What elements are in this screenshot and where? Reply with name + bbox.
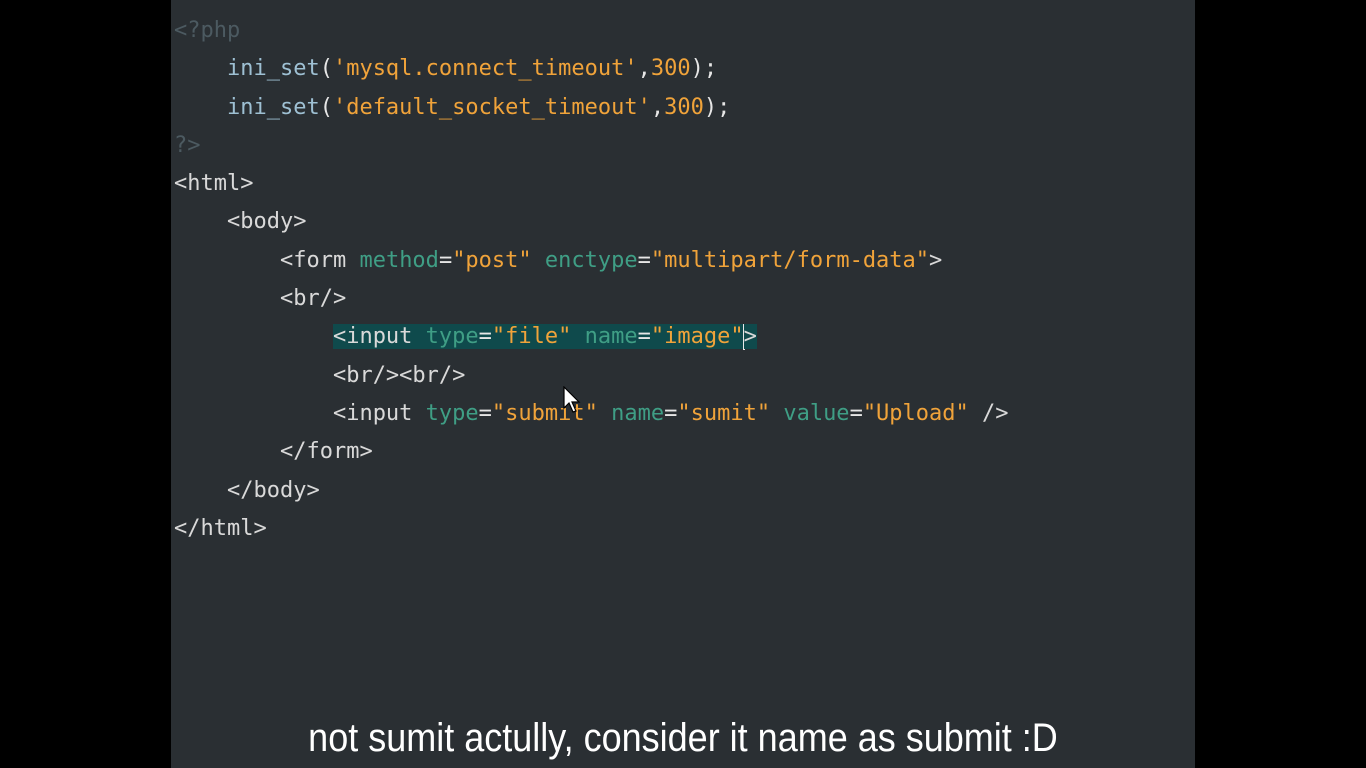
- code-token-func: ini_set: [226, 56, 320, 82]
- code-token-punct: [174, 401, 333, 426]
- code-token-punct: [571, 324, 585, 350]
- code-line[interactable]: <br/><br/>: [174, 357, 1009, 395]
- code-token-string: "multipart/form-data": [650, 247, 930, 273]
- code-token-punct: =: [637, 247, 651, 273]
- code-token-tag: </form>: [279, 439, 373, 465]
- code-token-punct: =: [478, 400, 492, 426]
- code-token-punct: =: [637, 324, 651, 350]
- code-token-punct: [174, 439, 280, 464]
- code-line[interactable]: <br/>: [174, 280, 1009, 318]
- code-token-punct: [174, 209, 227, 234]
- code-token-tag: <body>: [226, 209, 307, 235]
- code-token-tag: <br/><br/>: [332, 362, 466, 388]
- code-line[interactable]: <html>: [174, 165, 1009, 203]
- code-line[interactable]: ini_set('default_socket_timeout',300);: [174, 89, 1009, 127]
- code-token-punct: =: [664, 400, 678, 426]
- code-token-attr: name: [584, 324, 638, 350]
- code-token-number: 300: [664, 94, 704, 120]
- code-token-punct: (: [319, 94, 333, 120]
- code-line[interactable]: <body>: [174, 203, 1009, 241]
- code-token-punct: (: [319, 56, 333, 82]
- code-line[interactable]: </html>: [174, 510, 1009, 548]
- code-token-tag: <br/>: [279, 286, 347, 312]
- code-token-php-tag: ?>: [174, 132, 201, 158]
- code-token-php-tag: <?php: [174, 18, 241, 43]
- code-token-tag: </body>: [226, 477, 320, 503]
- code-editor[interactable]: <?php ini_set('mysql.connect_timeout',30…: [171, 0, 1195, 768]
- code-token-func: ini_set: [226, 94, 320, 120]
- code-token-string: "Upload": [862, 400, 969, 426]
- code-token-punct: [174, 56, 227, 81]
- code-token-punct: ,: [637, 56, 651, 82]
- code-token-punct: =: [478, 324, 492, 350]
- code-token-punct: [770, 401, 783, 426]
- video-subtitle: not sumit actully, consider it name as s…: [308, 716, 1058, 760]
- code-token-string: "image": [650, 324, 744, 350]
- code-token-punct: [598, 401, 611, 426]
- code-token-punct: [174, 363, 333, 388]
- code-token-punct: [174, 248, 280, 273]
- code-token-punct: =: [849, 400, 863, 426]
- code-line[interactable]: <?php: [174, 12, 1009, 50]
- code-token-tag: <html>: [174, 171, 254, 197]
- code-token-string: "sumit": [677, 400, 771, 426]
- code-token-string: "post": [452, 247, 532, 273]
- code-token-string: "file": [491, 324, 572, 350]
- code-token-tag: >: [743, 324, 757, 350]
- code-token-attr: method: [359, 247, 439, 273]
- code-line[interactable]: <input type="file" name="image">: [174, 318, 1009, 356]
- code-line[interactable]: <form method="post" enctype="multipart/f…: [174, 242, 1009, 280]
- code-token-tag: >: [929, 247, 943, 273]
- code-token-tag: />: [968, 400, 1009, 426]
- code-area[interactable]: <?php ini_set('mysql.connect_timeout',30…: [174, 12, 1009, 548]
- code-token-punct: [174, 286, 280, 311]
- code-line[interactable]: ?>: [174, 127, 1009, 165]
- code-token-string: 'mysql.connect_timeout': [332, 56, 638, 82]
- code-token-tag: <form: [279, 247, 360, 273]
- code-token-punct: );: [703, 94, 731, 120]
- code-line[interactable]: ini_set('mysql.connect_timeout',300);: [174, 50, 1009, 88]
- code-token-string: 'default_socket_timeout': [332, 94, 651, 120]
- code-token-tag: <input: [332, 400, 426, 426]
- code-token-punct: =: [438, 247, 453, 273]
- code-token-punct: [532, 248, 545, 273]
- code-token-tag: <input: [332, 324, 426, 350]
- code-token-number: 300: [650, 56, 691, 82]
- mouse-pointer-icon: [563, 386, 581, 413]
- code-token-tag: </html>: [174, 515, 267, 541]
- code-token-punct: );: [690, 56, 718, 82]
- code-token-punct: [174, 95, 227, 120]
- code-token-attr: enctype: [544, 247, 638, 273]
- code-line[interactable]: <input type="submit" name="sumit" value=…: [174, 395, 1009, 433]
- code-token-string: "submit": [491, 400, 598, 426]
- code-token-punct: ,: [650, 94, 665, 120]
- code-token-attr: type: [425, 324, 479, 350]
- code-token-punct: [174, 324, 333, 349]
- code-token-punct: [174, 478, 227, 503]
- code-token-attr: name: [611, 400, 665, 426]
- code-token-attr: value: [783, 400, 850, 426]
- code-line[interactable]: </body>: [174, 472, 1009, 510]
- code-token-attr: type: [425, 400, 479, 426]
- code-line[interactable]: </form>: [174, 433, 1009, 471]
